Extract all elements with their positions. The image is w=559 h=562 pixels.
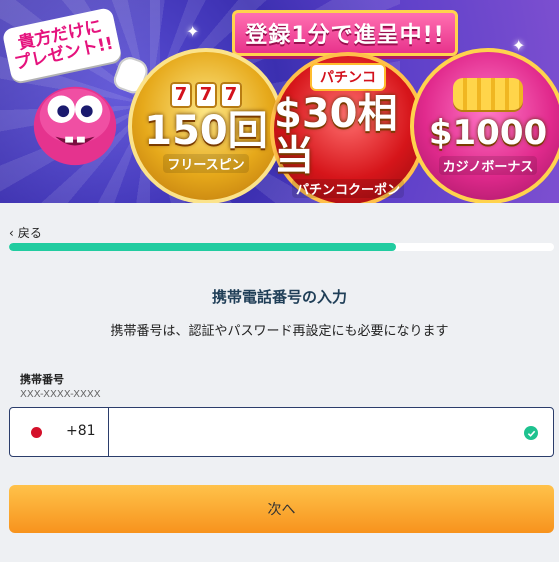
registration-ribbon: 登録1分で進呈中!! [232, 10, 458, 56]
registration-ribbon-text: 登録1分で進呈中!! [245, 23, 445, 48]
pachinko-badge: パチンコ [310, 62, 386, 91]
phone-field-label: 携帯番号 [20, 373, 64, 386]
progress-bar-fill [9, 243, 396, 251]
casino-bonus-label: カジノボーナス [438, 155, 538, 175]
free-spins-amount: 150回 [144, 107, 268, 154]
chevron-left-icon: ‹ [9, 225, 14, 240]
pachinko-coupon-label: パチンコクーポン [291, 178, 404, 198]
slot-reel: 7 [195, 81, 217, 108]
progress-bar [9, 243, 554, 251]
back-button[interactable]: ‹ 戻る [9, 224, 42, 241]
phone-input-group: +81 [9, 407, 554, 457]
promo-banner[interactable]: ✦ ✦ ✦ ✦ 貴方だけに プレゼント!! 登録1分で進呈中!! 7 7 7 1… [0, 0, 559, 203]
slot-reel: 7 [220, 81, 242, 108]
next-button[interactable]: 次へ [9, 485, 554, 533]
country-code: +81 [66, 423, 96, 439]
slot-reels-icon: 7 7 7 [170, 81, 242, 108]
page-subtitle: 携帯番号は、認証やパスワード再設定にも必要になります [110, 324, 449, 339]
pachinko-coupon-amount: $30相当 [274, 90, 398, 179]
pachinko-coupon-medal: パチンコ $30相当 パチンコクーポン [270, 52, 426, 203]
coins-icon [453, 77, 523, 110]
sparkle-icon: ✦ [186, 22, 200, 41]
slot-reel: 7 [170, 81, 192, 108]
free-spins-medal: 7 7 7 150回 フリースピン [128, 48, 284, 203]
casino-bonus-amount: $1000 [428, 112, 548, 153]
free-spins-label: フリースピン [163, 153, 249, 173]
mascot-icon [33, 86, 117, 166]
japan-flag-icon [31, 427, 42, 438]
country-code-selector[interactable]: +81 [10, 408, 109, 456]
page-title: 携帯電話番号の入力 [211, 288, 347, 306]
check-circle-icon [524, 426, 538, 440]
back-label: 戻る [17, 226, 42, 240]
casino-bonus-medal: $1000 カジノボーナス [410, 48, 559, 203]
phone-number-input[interactable] [109, 409, 518, 457]
phone-field-hint: XXX-XXXX-XXXX [20, 389, 101, 400]
